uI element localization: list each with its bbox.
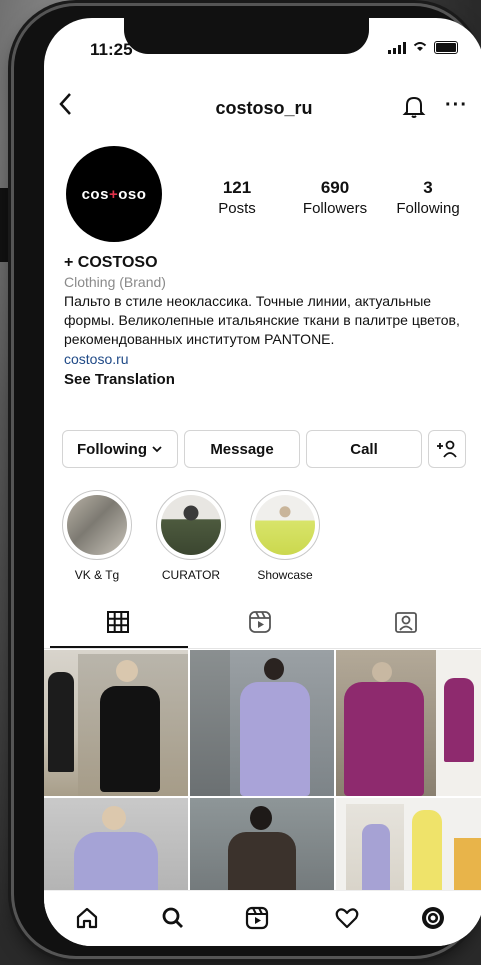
profile-website-link[interactable]: costoso.ru [64,351,464,367]
more-options-icon[interactable]: ··· [445,94,468,117]
status-time: 11:25 [90,40,133,59]
grid-icon[interactable] [106,610,134,638]
highlight-label: VK & Tg [74,568,120,582]
call-button[interactable]: Call [306,430,422,468]
highlight-cover [255,495,315,555]
home-icon[interactable] [74,905,100,931]
following-button[interactable]: Following [62,430,178,468]
profile-icon[interactable] [420,905,446,931]
profile-tabs [44,602,481,649]
signal-icon [388,42,406,54]
followers-count[interactable]: 690 Followers [290,178,380,217]
bottom-navigation [44,890,481,946]
status-icons [388,40,458,54]
profile-name: + COSTOSO [64,254,158,271]
heart-icon[interactable] [334,905,360,931]
posts-grid [44,650,481,908]
bell-icon[interactable] [402,94,426,120]
phone-screen: 11:25 costoso_ru ··· cos+oso 121 Posts 6… [44,18,481,946]
highlight-label: CURATOR [161,568,221,582]
profile-description: Пальто в стиле неоклассика. Точные линии… [64,293,460,347]
add-person-icon [437,440,457,458]
search-icon[interactable] [160,905,186,931]
highlight-cover [67,495,127,555]
story-highlights: VK & Tg CURATOR Showcase [62,490,320,582]
phone-frame: 11:25 costoso_ru ··· cos+oso 121 Posts 6… [14,6,481,956]
brand-logo: cos+oso [81,185,147,203]
highlight-curator[interactable]: CURATOR [156,490,226,582]
profile-bio: + COSTOSO Clothing (Brand) Пальто в стил… [64,254,464,388]
highlight-vk-tg[interactable]: VK & Tg [62,490,132,582]
post-thumbnail[interactable] [44,650,188,796]
post-thumbnail[interactable] [190,650,334,796]
highlight-label: Showcase [257,568,313,582]
wifi-icon [412,40,428,54]
highlight-showcase[interactable]: Showcase [250,490,320,582]
message-button[interactable]: Message [184,430,300,468]
post-thumbnail[interactable] [336,650,481,796]
posts-count[interactable]: 121 Posts [202,178,272,217]
notch [124,18,369,54]
profile-header: costoso_ru ··· [44,88,481,128]
profile-avatar[interactable]: cos+oso [66,146,162,242]
tagged-icon[interactable] [394,610,422,638]
profile-actions: Following Message Call [62,430,466,468]
reels-icon[interactable] [244,905,270,931]
profile-category: Clothing (Brand) [64,274,166,290]
reels-tab-icon[interactable] [248,610,276,638]
active-tab-indicator [50,646,188,648]
highlight-cover [161,495,221,555]
battery-icon [434,41,458,54]
see-translation-link[interactable]: See Translation [64,371,464,388]
chevron-down-icon [152,446,162,453]
add-person-button[interactable] [428,430,466,468]
following-count[interactable]: 3 Following [386,178,470,217]
